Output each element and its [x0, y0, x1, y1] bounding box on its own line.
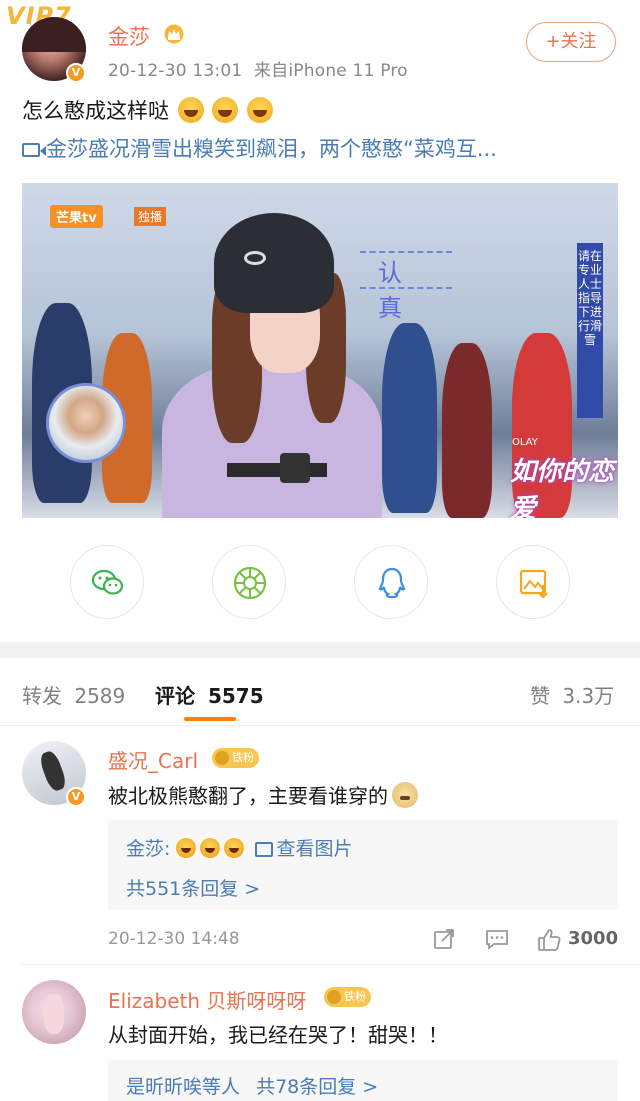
save-image-icon: [519, 569, 548, 599]
reply-preview-users[interactable]: 是昕昕唉等人: [126, 1076, 240, 1098]
reply-comment-icon[interactable]: [484, 927, 510, 951]
caption-overlay: 认真: [360, 251, 452, 322]
share-moments-button[interactable]: [212, 545, 286, 619]
share-qq-button[interactable]: [354, 545, 428, 619]
laugh-emoji-icon: [200, 838, 221, 858]
comment-time: 20-12-30 14:48: [108, 929, 240, 949]
post-text: 怎么憨成这样哒: [22, 95, 274, 125]
reply-summary-line: 是昕昕唉等人 共78条回复 >: [126, 1072, 378, 1099]
side-caption: 请在专业人士指导下进行滑雪: [577, 243, 603, 418]
video-link-text: 金莎盛况滑雪出糗笑到飙泪，两个憨憨“菜鸡互...: [46, 137, 497, 161]
fan-badge: 铁粉: [212, 748, 259, 768]
post-body: 怎么憨成这样哒: [22, 99, 169, 123]
tab-comments-label: 评论: [155, 684, 195, 708]
tab-likes[interactable]: 赞 3.3万: [530, 680, 614, 709]
author-name[interactable]: 金莎: [108, 21, 150, 51]
tab-repost-count: 2589: [74, 684, 126, 708]
laugh-cry-emoji-icon: [247, 97, 274, 123]
verified-badge: V: [66, 63, 86, 83]
section-divider: [0, 642, 640, 658]
video-link[interactable]: 金莎盛况滑雪出糗笑到飙泪，两个憨憨“菜鸡互...: [22, 133, 497, 163]
comment-text: 被北极熊憨翻了，主要看谁穿的: [108, 780, 418, 809]
wechat-icon: [91, 569, 124, 595]
like-comment-icon[interactable]: [536, 927, 562, 953]
background-skier: [442, 343, 492, 518]
image-icon: [254, 842, 273, 857]
view-image-link[interactable]: 查看图片: [277, 838, 353, 860]
avatar-figure: [44, 994, 64, 1034]
interaction-tabs: 转发 2589 评论 5575 赞 3.3万: [0, 658, 640, 726]
show-logo: 如你的恋爱: [510, 457, 615, 518]
post-timestamp: 20-12-30 13:01: [108, 61, 243, 81]
action-camera: [280, 453, 310, 483]
commenter-name[interactable]: Elizabeth 贝斯呀呀呀: [108, 985, 306, 1014]
comment-text: 从封面开始，我已经在哭了！甜哭！！: [108, 1023, 448, 1047]
laugh-cry-emoji-icon: [212, 97, 239, 123]
crown-icon: [164, 24, 184, 44]
video-camera-icon: [22, 143, 46, 157]
reply-count-link[interactable]: 共551条回复 >: [126, 874, 260, 901]
share-row: [0, 545, 640, 619]
laugh-emoji-icon: [176, 838, 197, 858]
reply-preview-box[interactable]: 金莎: 查看图片 共551条回复 >: [108, 820, 618, 910]
skier-jacket: [162, 363, 382, 518]
moments-icon: [233, 566, 267, 600]
camera-harness: [227, 463, 327, 477]
reply-count-link[interactable]: 共78条回复 >: [256, 1076, 378, 1098]
laugh-emoji-icon: [224, 838, 245, 858]
background-skier: [382, 323, 437, 513]
tab-repost[interactable]: 转发 2589: [22, 680, 125, 709]
active-tab-indicator: [184, 717, 236, 721]
follow-button[interactable]: +关注: [526, 22, 616, 62]
picture-in-picture: [46, 383, 126, 463]
avatar-skier: [37, 749, 69, 793]
reply-preview-box[interactable]: 是昕昕唉等人 共78条回复 >: [108, 1060, 618, 1101]
share-comment-icon[interactable]: [432, 927, 456, 951]
verified-badge: V: [66, 787, 86, 807]
channel-tag: 独播: [134, 207, 167, 226]
tab-comments-count: 5575: [207, 684, 264, 708]
post-source: 来自iPhone 11 Pro: [253, 61, 408, 81]
share-wechat-button[interactable]: [70, 545, 144, 619]
save-image-button[interactable]: [496, 545, 570, 619]
tab-comments[interactable]: 评论 5575: [155, 680, 264, 709]
tab-repost-label: 转发: [22, 684, 62, 708]
channel-logo: 芒果tv: [50, 205, 103, 228]
ski-helmet: [214, 213, 334, 313]
laugh-cry-emoji-icon: [177, 97, 204, 123]
doge-emoji-icon: [392, 782, 418, 808]
post-header: VIP7 V 金莎 20-12-30 13:01 来自iPhone 11 Pro…: [0, 0, 640, 95]
sponsor-logo: OLAY: [512, 437, 538, 448]
comment-like-count: 3000: [568, 928, 619, 949]
fan-badge: 铁粉: [324, 987, 371, 1007]
tab-likes-count: 3.3万: [562, 684, 615, 708]
post-meta: 20-12-30 13:01 来自iPhone 11 Pro: [108, 56, 408, 81]
avatar-hair: [22, 17, 86, 52]
comment-body: 被北极熊憨翻了，主要看谁穿的: [108, 784, 388, 808]
video-thumbnail[interactable]: 芒果tv 独播 认真 请在专业人士指导下进行滑雪 OLAY 如你的恋爱: [22, 183, 618, 518]
qq-icon: [378, 567, 406, 599]
helmet-logo: [244, 251, 266, 265]
reply-author[interactable]: 金莎:: [126, 838, 170, 860]
comment-separator: [22, 964, 640, 965]
commenter-avatar[interactable]: [22, 980, 86, 1044]
tab-likes-label: 赞: [530, 684, 550, 708]
commenter-name[interactable]: 盛况_Carl: [108, 745, 198, 774]
reply-preview-line: 金莎: 查看图片: [126, 834, 353, 861]
